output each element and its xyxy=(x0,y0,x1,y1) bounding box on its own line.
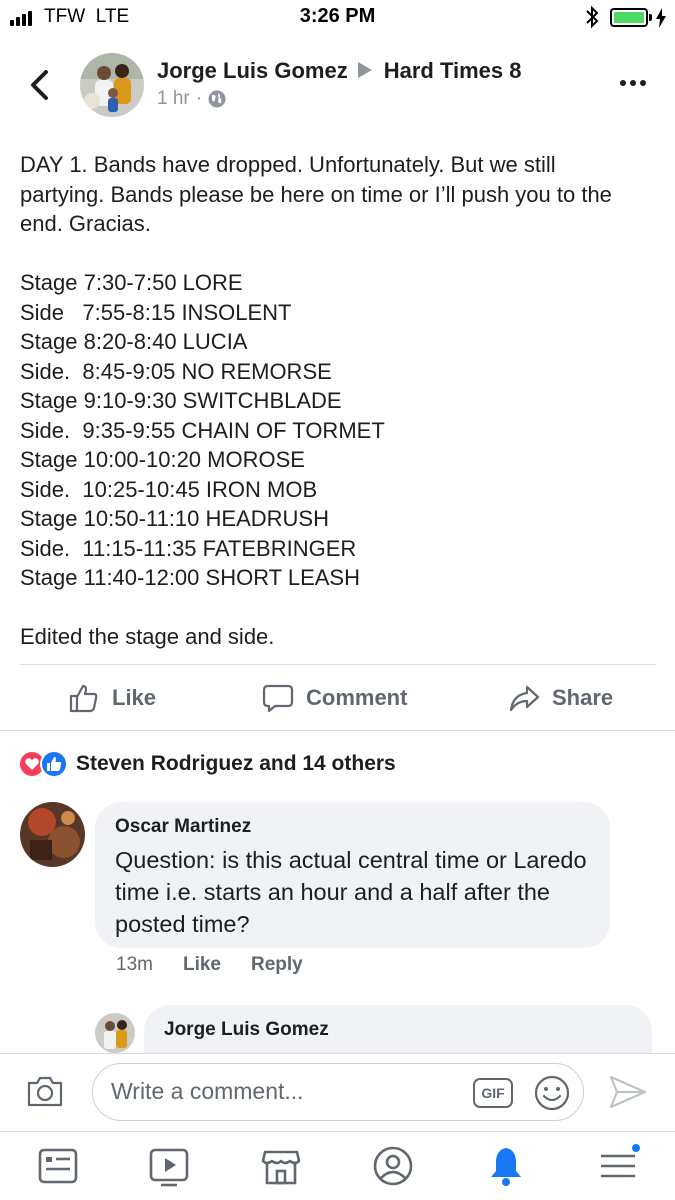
back-icon[interactable] xyxy=(26,68,54,102)
more-options-icon[interactable] xyxy=(620,80,646,86)
arrow-right-icon xyxy=(357,62,372,79)
tab-bar xyxy=(0,1131,675,1200)
comment-text: Question: is this actual central time or… xyxy=(115,847,587,937)
post-actions: Like Comment Share xyxy=(0,668,675,730)
schedule-line: Stage 7:30-7:50 LORE xyxy=(20,270,243,295)
camera-icon[interactable] xyxy=(26,1074,64,1108)
send-icon[interactable] xyxy=(608,1074,648,1110)
schedule-line: Side. 8:45-9:05 NO REMORSE xyxy=(20,358,332,384)
comment-like-button[interactable]: Like xyxy=(183,954,221,976)
post-meta: 1 hr · xyxy=(157,88,226,110)
commenter-avatar[interactable] xyxy=(20,802,85,867)
news-feed-icon[interactable] xyxy=(36,1144,80,1188)
battery-icon xyxy=(610,8,648,27)
gif-button[interactable]: GIF xyxy=(473,1078,513,1108)
comment-time: 13m xyxy=(116,954,153,975)
share-label: Share xyxy=(552,685,614,710)
bluetooth-icon xyxy=(586,5,599,29)
marketplace-icon[interactable] xyxy=(259,1144,303,1188)
divider xyxy=(20,664,656,665)
status-time: 3:26 PM xyxy=(299,5,376,27)
comment-icon xyxy=(262,684,294,713)
comment-button[interactable]: Comment xyxy=(262,682,407,714)
comment-bubble[interactable]: Oscar Martinez Question: is this actual … xyxy=(95,802,610,948)
watch-icon[interactable] xyxy=(147,1144,191,1188)
comment-meta: 13m Like Reply xyxy=(116,954,303,976)
schedule-line: Stage 10:00-10:20 MOROSE xyxy=(20,447,305,472)
profile-icon[interactable] xyxy=(371,1144,415,1188)
schedule-line: Stage 10:50-11:10 HEADRUSH xyxy=(20,506,329,531)
schedule-line: Stage 8:20-8:40 LUCIA xyxy=(20,329,248,354)
post-author-line: Jorge Luis Gomez Hard Times 8 xyxy=(157,58,522,84)
schedule-line: Side. 10:25-10:45 IRON MOB xyxy=(20,476,318,502)
comment-label: Comment xyxy=(306,685,408,710)
menu-badge xyxy=(630,1142,642,1154)
comment-author[interactable]: Oscar Martinez xyxy=(115,816,590,838)
charging-icon xyxy=(656,8,666,28)
post-intro: DAY 1. Bands have dropped. Unfortunately… xyxy=(20,152,619,236)
post-author[interactable]: Jorge Luis Gomez xyxy=(157,58,348,83)
share-button[interactable]: Share xyxy=(508,682,613,714)
meta-separator: · xyxy=(195,88,203,109)
comment-input[interactable] xyxy=(111,1078,451,1105)
reply-author[interactable]: Jorge Luis Gomez xyxy=(164,1019,632,1041)
divider xyxy=(0,730,675,731)
status-bar: TFW LTE 3:26 PM xyxy=(0,0,675,36)
reply-avatar[interactable] xyxy=(95,1013,135,1053)
schedule-line: Stage 9:10-9:30 SWITCHBLADE xyxy=(20,388,342,413)
schedule-line: Side. 11:15-11:35 FATEBRINGER xyxy=(20,535,357,561)
comment-box: GIF xyxy=(92,1063,584,1121)
notifications-icon[interactable] xyxy=(484,1144,528,1188)
post-footer-text: Edited the stage and side. xyxy=(20,624,275,649)
reactions-summary[interactable]: Steven Rodriguez and 14 others xyxy=(18,750,396,778)
share-icon xyxy=(509,685,540,712)
comment-composer: GIF xyxy=(0,1053,675,1131)
schedule-line: Side. 9:35-9:55 CHAIN OF TORMET xyxy=(20,417,385,443)
emoji-icon[interactable] xyxy=(533,1074,571,1112)
globe-icon xyxy=(208,90,226,108)
thumbs-up-icon xyxy=(69,684,98,713)
comment-reply-button[interactable]: Reply xyxy=(251,954,303,976)
like-button[interactable]: Like xyxy=(68,682,156,714)
schedule-line: Stage 11:40-12:00 SHORT LEASH xyxy=(20,565,360,590)
post-body: DAY 1. Bands have dropped. Unfortunately… xyxy=(20,150,640,652)
post-group[interactable]: Hard Times 8 xyxy=(384,58,522,83)
like-reaction-icon xyxy=(40,750,68,778)
like-label: Like xyxy=(112,685,157,710)
reactions-names: Steven Rodriguez and 14 others xyxy=(76,752,396,775)
post-time[interactable]: 1 hr xyxy=(157,88,190,110)
author-avatar[interactable] xyxy=(80,53,144,117)
schedule-line: Side 7:55-8:15 INSOLENT xyxy=(20,299,292,325)
